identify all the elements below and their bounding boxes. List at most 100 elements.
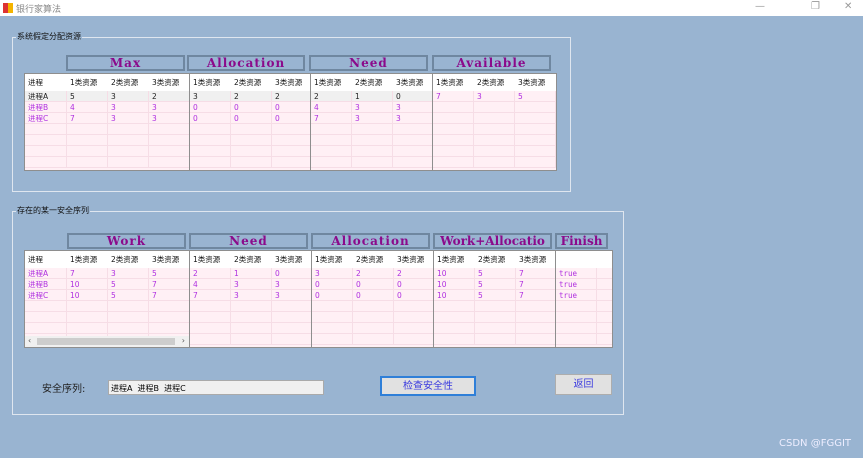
back-button[interactable]: 返回 — [555, 374, 612, 395]
table-row[interactable]: 000 — [190, 113, 310, 124]
table-row[interactable] — [190, 157, 310, 168]
value-cell — [312, 334, 353, 344]
value-cell: 10 — [434, 268, 475, 278]
table-row[interactable]: 进程C 7 3 3 — [25, 113, 189, 124]
table-row[interactable] — [556, 301, 612, 312]
table-row[interactable] — [25, 146, 189, 157]
table-row[interactable] — [433, 135, 556, 146]
table-row[interactable]: 433 — [311, 102, 432, 113]
header-allocation2: Allocation — [311, 233, 430, 249]
value-cell: 5 — [475, 290, 516, 300]
table-row[interactable] — [556, 334, 612, 345]
table-row[interactable] — [190, 301, 311, 312]
table-row[interactable]: 进程B 4 3 3 — [25, 102, 189, 113]
table-row[interactable] — [190, 146, 310, 157]
table-row[interactable]: true — [556, 268, 612, 279]
table-row[interactable] — [311, 146, 432, 157]
table-row[interactable]: 进程A 7 3 5 — [25, 268, 189, 279]
table-row[interactable]: 进程C 10 5 7 — [25, 290, 189, 301]
table-row[interactable] — [311, 124, 432, 135]
table-row[interactable] — [190, 323, 311, 334]
safe-sequence-field[interactable]: 进程A 进程B 进程C — [108, 380, 324, 395]
table-row[interactable]: 433 — [190, 279, 311, 290]
value-cell — [272, 157, 310, 167]
maximize-button[interactable]: ❐ — [811, 1, 820, 12]
header-finish: Finish — [555, 233, 608, 249]
table-row[interactable] — [556, 312, 612, 323]
table-row[interactable] — [190, 135, 310, 146]
table-row[interactable]: 322 — [312, 268, 433, 279]
process-cell — [25, 312, 67, 322]
table-row[interactable]: 735 — [433, 91, 556, 102]
table-row[interactable] — [433, 146, 556, 157]
table-row[interactable] — [25, 157, 189, 168]
value-cell — [516, 334, 555, 344]
column-header: 3类资源 — [272, 74, 310, 91]
table-row[interactable] — [311, 135, 432, 146]
scroll-right-arrow[interactable]: › — [182, 336, 185, 345]
value-cell: 2 — [190, 268, 231, 278]
minimize-button[interactable]: — — [755, 1, 765, 12]
check-safety-button[interactable]: 检查安全性 — [380, 376, 476, 396]
table-row[interactable] — [25, 312, 189, 323]
horizontal-scrollbar[interactable]: ‹ › — [25, 336, 189, 347]
close-button[interactable]: ✕ — [844, 1, 852, 12]
table-row[interactable] — [434, 312, 555, 323]
value-cell: true — [556, 268, 597, 278]
value-cell — [433, 157, 474, 167]
header-work-allocation: Work+Allocatio — [433, 233, 552, 249]
value-cell — [515, 157, 556, 167]
table-row[interactable]: 210 — [190, 268, 311, 279]
column-header — [556, 251, 597, 268]
table-row[interactable] — [25, 124, 189, 135]
value-cell — [393, 146, 432, 156]
table-row[interactable]: 322 — [190, 91, 310, 102]
value-cell: 0 — [231, 113, 272, 123]
table-row[interactable]: 210 — [311, 91, 432, 102]
value-cell: 3 — [108, 268, 149, 278]
value-cell — [516, 323, 555, 333]
table-row[interactable] — [25, 301, 189, 312]
value-cell — [556, 334, 597, 344]
table-row[interactable] — [25, 135, 189, 146]
table-row[interactable] — [312, 334, 433, 345]
value-cell — [393, 157, 432, 167]
table-row[interactable] — [434, 301, 555, 312]
scroll-left-arrow[interactable]: ‹ — [28, 336, 31, 345]
table-row[interactable] — [312, 323, 433, 334]
value-cell — [190, 301, 231, 311]
column-header: 1类资源 — [433, 74, 474, 91]
value-cell: 0 — [353, 290, 394, 300]
table-row[interactable] — [25, 323, 189, 334]
table-row[interactable]: true — [556, 279, 612, 290]
table-row[interactable] — [556, 323, 612, 334]
table-row[interactable] — [433, 124, 556, 135]
table-row[interactable] — [434, 323, 555, 334]
table-row[interactable]: 000 — [312, 279, 433, 290]
value-cell — [190, 334, 231, 344]
table-row[interactable]: 进程A 5 3 2 — [25, 91, 189, 102]
table-row[interactable] — [433, 157, 556, 168]
table-row[interactable] — [434, 334, 555, 345]
table-row[interactable] — [433, 113, 556, 124]
value-cell: 0 — [190, 102, 231, 112]
table-row[interactable] — [190, 334, 311, 345]
value-cell — [108, 135, 149, 145]
table-row[interactable]: 10 5 7 — [434, 268, 555, 279]
table-row[interactable]: 733 — [190, 290, 311, 301]
header-max: Max — [66, 55, 185, 71]
table-row[interactable]: 000 — [312, 290, 433, 301]
table-row[interactable]: 10 5 7 — [434, 290, 555, 301]
table-row[interactable]: 10 5 7 — [434, 279, 555, 290]
table-row[interactable]: 000 — [190, 102, 310, 113]
table-row[interactable] — [190, 124, 310, 135]
scroll-thumb[interactable] — [37, 338, 175, 345]
table-row[interactable]: 进程B 10 5 7 — [25, 279, 189, 290]
table-row[interactable]: true — [556, 290, 612, 301]
table-row[interactable] — [312, 312, 433, 323]
table-row[interactable] — [433, 102, 556, 113]
table-row[interactable] — [190, 312, 311, 323]
table-row[interactable]: 733 — [311, 113, 432, 124]
table-row[interactable] — [312, 301, 433, 312]
table-row[interactable] — [311, 157, 432, 168]
